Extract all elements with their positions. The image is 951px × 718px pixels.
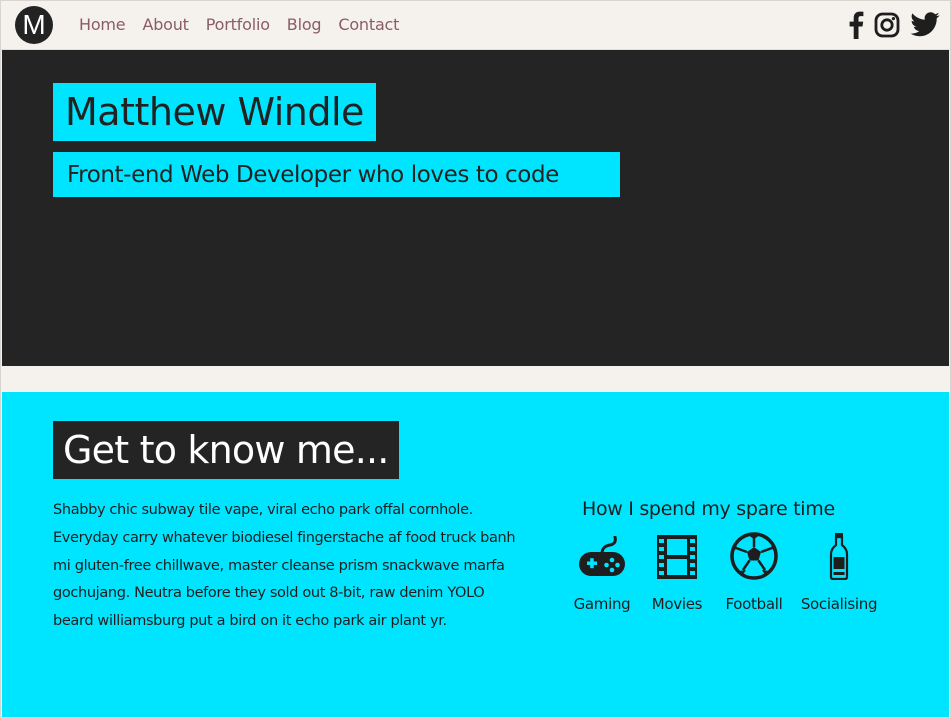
instagram-icon[interactable] bbox=[874, 12, 900, 43]
about-title: Get to know me... bbox=[63, 428, 389, 472]
hobby-label: Socialising bbox=[800, 595, 878, 613]
hero-tagline-box: Front-end Web Developer who loves to cod… bbox=[53, 152, 620, 197]
nav-link-blog[interactable]: Blog bbox=[287, 15, 322, 34]
nav-link-home[interactable]: Home bbox=[79, 15, 126, 34]
section-divider bbox=[2, 366, 949, 392]
about-section: Get to know me... Shabby chic subway til… bbox=[2, 392, 949, 717]
nav-link-contact[interactable]: Contact bbox=[338, 15, 399, 34]
facebook-icon[interactable] bbox=[848, 11, 864, 44]
hobby-football: Football bbox=[722, 532, 786, 613]
hobby-gaming: Gaming bbox=[572, 535, 632, 613]
nav-link-about[interactable]: About bbox=[142, 15, 189, 34]
spare-time-title: How I spend my spare time bbox=[582, 498, 835, 520]
about-bio: Shabby chic subway tile vape, viral echo… bbox=[53, 502, 516, 630]
hobby-label: Movies bbox=[651, 595, 703, 613]
page: M Home About Portfolio Blog Contact Matt… bbox=[0, 0, 951, 718]
hobby-label: Gaming bbox=[573, 595, 631, 613]
hero-name-box: Matthew Windle bbox=[53, 83, 376, 141]
hobby-label: Football bbox=[725, 595, 783, 613]
hobby-socialising: Socialising bbox=[799, 533, 879, 613]
football-icon bbox=[730, 532, 778, 585]
film-icon bbox=[656, 534, 698, 585]
hero-section: Matthew Windle Front-end Web Developer w… bbox=[2, 50, 949, 366]
gamepad-icon bbox=[577, 535, 627, 585]
twitter-icon[interactable] bbox=[910, 12, 940, 43]
top-nav: M Home About Portfolio Blog Contact bbox=[1, 1, 950, 50]
nav-links: Home About Portfolio Blog Contact bbox=[79, 15, 416, 34]
hero-name: Matthew Windle bbox=[65, 90, 364, 134]
hobby-movies: Movies bbox=[649, 534, 705, 613]
logo[interactable]: M bbox=[15, 6, 53, 44]
nav-link-portfolio[interactable]: Portfolio bbox=[206, 15, 270, 34]
about-title-box: Get to know me... bbox=[53, 421, 399, 479]
social-links bbox=[848, 11, 940, 44]
bottle-icon bbox=[829, 532, 849, 585]
hero-tagline: Front-end Web Developer who loves to cod… bbox=[67, 161, 559, 188]
